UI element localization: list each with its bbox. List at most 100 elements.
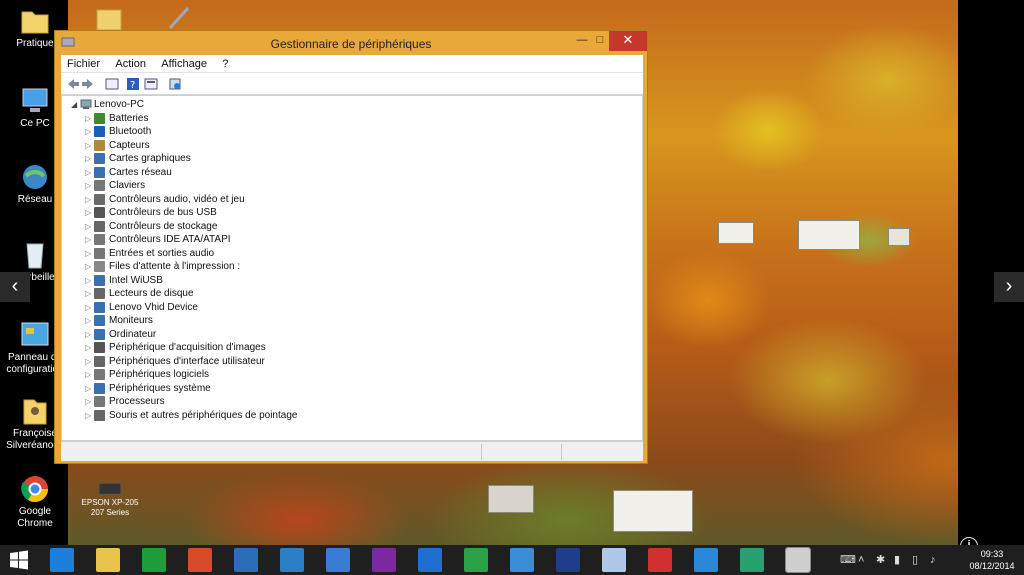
- calculator-icon[interactable]: [464, 548, 488, 572]
- chevron-up-icon[interactable]: ˄: [858, 554, 870, 566]
- desktop-icon-chrome[interactable]: Google Chrome: [2, 474, 68, 530]
- sync-icon[interactable]: [602, 548, 626, 572]
- expand-arrow-icon[interactable]: ▷: [85, 409, 91, 422]
- tree-item-label: Souris et autres périphériques de pointa…: [109, 409, 298, 421]
- expand-arrow-icon[interactable]: ▷: [85, 395, 91, 408]
- expand-arrow-icon[interactable]: ▷: [85, 274, 91, 287]
- tree-item[interactable]: ▷ Moniteurs: [68, 314, 297, 328]
- tree-item[interactable]: ▷ Ordinateur: [68, 328, 297, 342]
- properties-icon[interactable]: [104, 76, 120, 92]
- tree-item[interactable]: ▷ Intel WiUSB: [68, 274, 297, 288]
- nav-left-arrow[interactable]: ‹: [0, 272, 30, 302]
- tree-item[interactable]: ▷ Capteurs: [68, 139, 297, 153]
- battery-tray-icon[interactable]: ▯: [912, 554, 924, 566]
- processor-icon: [94, 396, 105, 407]
- flag-icon[interactable]: [648, 548, 672, 572]
- expand-arrow-icon[interactable]: ▷: [85, 220, 91, 233]
- tree-item[interactable]: ▷ Périphériques d'interface utilisateur: [68, 355, 297, 369]
- green-app-icon[interactable]: [740, 548, 764, 572]
- expand-arrow-icon[interactable]: ▷: [85, 301, 91, 314]
- back-arrow-icon[interactable]: [64, 76, 80, 92]
- store-icon[interactable]: [142, 548, 166, 572]
- tree-item[interactable]: ▷ Périphérique d'acquisition d'images: [68, 341, 297, 355]
- audio-io-icon: [94, 247, 105, 259]
- mail-icon[interactable]: [418, 548, 442, 572]
- tree-item[interactable]: ▷ Souris et autres périphériques de point…: [68, 409, 297, 423]
- close-button[interactable]: ✕: [609, 31, 647, 51]
- onenote-icon[interactable]: [372, 548, 396, 572]
- dropbox-icon[interactable]: [694, 548, 718, 572]
- expand-arrow-icon[interactable]: ▷: [85, 179, 91, 192]
- desktop-icon-printer[interactable]: EPSON XP-205 207 Series: [80, 478, 140, 518]
- tree-root[interactable]: ◢ Lenovo-PC: [68, 98, 297, 112]
- menu-action[interactable]: Action: [109, 55, 152, 70]
- expand-arrow-icon[interactable]: ▷: [85, 382, 91, 395]
- tree-item[interactable]: ▷ Cartes réseau: [68, 166, 297, 180]
- menu-help[interactable]: ?: [216, 55, 234, 70]
- title-bar[interactable]: Gestionnaire de périphériques — □ ✕: [55, 31, 647, 55]
- volume-icon[interactable]: ♪: [930, 554, 942, 566]
- chrome-icon[interactable]: [188, 548, 212, 572]
- tree-item[interactable]: ▷ Lecteurs de disque: [68, 287, 297, 301]
- expand-arrow-icon[interactable]: ▷: [85, 341, 91, 354]
- expand-arrow-icon[interactable]: ▷: [85, 152, 91, 165]
- tree-item[interactable]: ▷ Entrées et sorties audio: [68, 247, 297, 261]
- menu-fichier[interactable]: Fichier: [61, 55, 106, 70]
- tree-item[interactable]: ▷ Contrôleurs IDE ATA/ATAPI: [68, 233, 297, 247]
- minimize-button[interactable]: —: [573, 31, 591, 51]
- expand-arrow-icon[interactable]: ▷: [85, 166, 91, 179]
- internet-explorer-icon[interactable]: [50, 548, 74, 572]
- tree-item[interactable]: ▷ Contrôleurs de bus USB: [68, 206, 297, 220]
- expand-arrow-icon[interactable]: ▷: [85, 139, 91, 152]
- start-button[interactable]: [9, 550, 29, 570]
- expand-arrow-icon[interactable]: ▷: [85, 247, 91, 260]
- tree-item[interactable]: ▷ Contrôleurs audio, vidéo et jeu: [68, 193, 297, 207]
- tree-item[interactable]: ▷ Processeurs: [68, 395, 297, 409]
- tree-item[interactable]: ▷ Files d'attente à l'impression :: [68, 260, 297, 274]
- maximize-button[interactable]: □: [591, 31, 609, 51]
- menu-affichage[interactable]: Affichage: [155, 55, 213, 70]
- shortcut-icon[interactable]: [164, 2, 194, 32]
- tree-item[interactable]: ▷ Périphériques système: [68, 382, 297, 396]
- expand-arrow-icon[interactable]: ▷: [85, 355, 91, 368]
- expand-arrow-icon[interactable]: ▷: [85, 314, 91, 327]
- device-manager-task-icon[interactable]: [785, 547, 811, 573]
- network-tray-icon[interactable]: ✱: [876, 554, 888, 566]
- lenovo-app-icon[interactable]: [510, 548, 534, 572]
- tree-item-label: Claviers: [109, 180, 146, 191]
- expand-arrow-icon[interactable]: ▷: [85, 206, 91, 219]
- scan-hardware-icon[interactable]: [167, 76, 183, 92]
- view-icon[interactable]: [143, 76, 159, 92]
- forward-arrow-icon[interactable]: [81, 76, 97, 92]
- google-icon[interactable]: [326, 548, 350, 572]
- tree-item[interactable]: ▷ Claviers: [68, 179, 297, 193]
- remote-desktop-icon[interactable]: [234, 548, 258, 572]
- keyboard-icon[interactable]: ⌨: [840, 554, 856, 566]
- folder-icon[interactable]: [94, 2, 124, 32]
- expand-arrow-icon[interactable]: ▷: [85, 125, 91, 138]
- expand-arrow-icon[interactable]: ▷: [85, 112, 91, 125]
- tree-item[interactable]: ▷ Batteries: [68, 112, 297, 126]
- nav-right-arrow[interactable]: ›: [994, 272, 1024, 302]
- clock[interactable]: 09:33 08/12/2014: [964, 548, 1020, 572]
- tree-item[interactable]: ▷ Contrôleurs de stockage: [68, 220, 297, 234]
- expand-arrow-icon[interactable]: ▷: [85, 193, 91, 206]
- monitor-icon: [94, 315, 105, 326]
- tree-item[interactable]: ▷ Bluetooth: [68, 125, 297, 139]
- signal-icon[interactable]: ▮: [894, 554, 906, 566]
- file-explorer-icon[interactable]: [96, 548, 120, 572]
- help-icon[interactable]: ?: [125, 76, 141, 92]
- collapse-arrow-icon[interactable]: ◢: [71, 98, 77, 111]
- disk-drive-icon: [94, 288, 105, 299]
- app-blue-icon[interactable]: [280, 548, 304, 572]
- tree-item[interactable]: ▷ Lenovo Vhid Device: [68, 301, 297, 315]
- expand-arrow-icon[interactable]: ▷: [85, 260, 91, 273]
- tree-item[interactable]: ▷ Cartes graphiques: [68, 152, 297, 166]
- tree-item-label: Lenovo Vhid Device: [109, 301, 198, 313]
- media-icon[interactable]: [556, 548, 580, 572]
- tree-item[interactable]: ▷ Périphériques logiciels: [68, 368, 297, 382]
- expand-arrow-icon[interactable]: ▷: [85, 328, 91, 341]
- expand-arrow-icon[interactable]: ▷: [85, 233, 91, 246]
- expand-arrow-icon[interactable]: ▷: [85, 368, 91, 381]
- expand-arrow-icon[interactable]: ▷: [85, 287, 91, 300]
